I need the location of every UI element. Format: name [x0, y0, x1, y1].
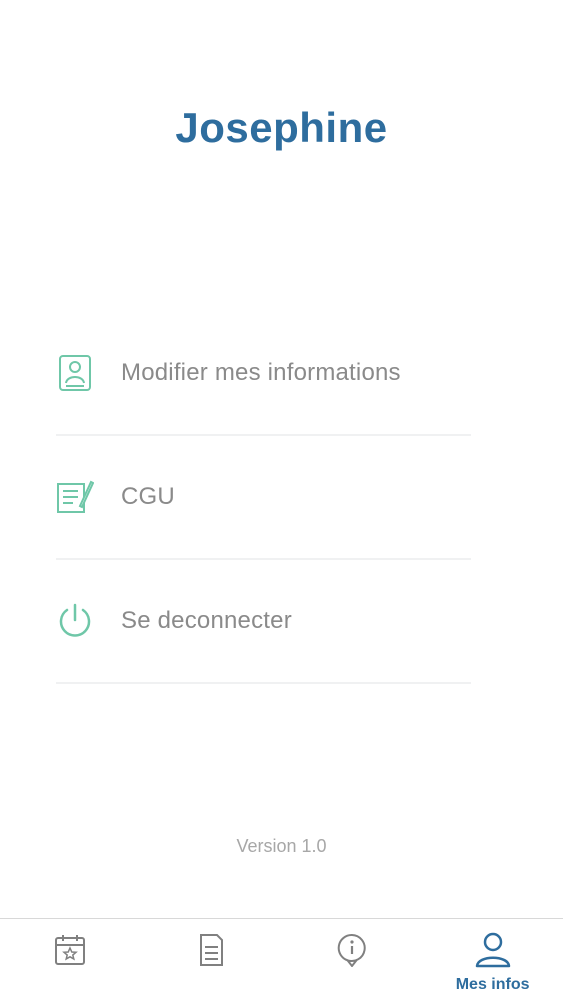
- user-icon: [473, 930, 513, 970]
- tab-mes-infos[interactable]: Mes infos: [422, 919, 563, 1000]
- profile-name: Josephine: [175, 104, 388, 151]
- version-text: Version 1.0: [236, 836, 327, 856]
- bottom-tab-bar: Mes infos: [0, 918, 563, 1000]
- menu-label-edit-information: Modifier mes informations: [121, 359, 401, 386]
- profile-menu: Modifier mes informations CGU Se deconne…: [56, 312, 471, 684]
- tab-label-mes-infos: Mes infos: [455, 976, 530, 993]
- menu-label-logout: Se deconnecter: [121, 607, 292, 634]
- tab-documents[interactable]: [141, 919, 282, 1000]
- menu-item-edit-information[interactable]: Modifier mes informations: [56, 312, 471, 436]
- document-icon: [191, 930, 231, 970]
- menu-item-cgu[interactable]: CGU: [56, 436, 471, 560]
- profile-card-icon: [56, 354, 94, 392]
- info-bubble-icon: [332, 930, 372, 970]
- power-icon: [56, 602, 94, 640]
- document-edit-icon: [56, 478, 94, 516]
- calendar-star-icon: [50, 930, 90, 970]
- tab-info[interactable]: [282, 919, 423, 1000]
- tab-calendar[interactable]: [0, 919, 141, 1000]
- menu-label-cgu: CGU: [121, 483, 175, 510]
- menu-item-logout[interactable]: Se deconnecter: [56, 560, 471, 684]
